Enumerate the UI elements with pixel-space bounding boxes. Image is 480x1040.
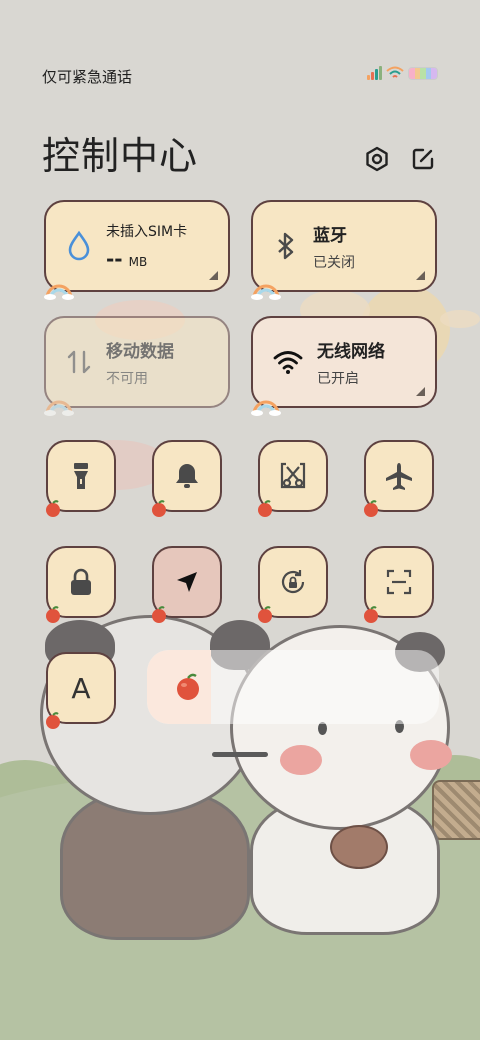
- status-bar: 仅可紧急通话: [0, 0, 480, 100]
- apple-icon: [46, 712, 60, 729]
- settings-button[interactable]: [360, 142, 394, 176]
- signal-bar: [367, 75, 370, 80]
- rainbow-icon: [44, 400, 74, 416]
- wifi-icon: [273, 351, 303, 374]
- expand-corner-icon: [209, 271, 218, 280]
- mobile-data-title: 移动数据: [106, 341, 174, 362]
- edit-button[interactable]: [406, 142, 440, 176]
- lock-toggle[interactable]: [46, 546, 116, 623]
- airplane-icon: [386, 463, 412, 490]
- scissors-icon: [280, 462, 306, 489]
- flashlight-icon: [74, 463, 88, 489]
- location-arrow-icon: [177, 572, 197, 592]
- basket-decoration: [432, 780, 480, 840]
- bear-decoration: [330, 825, 388, 869]
- apple-icon: [258, 500, 272, 517]
- bluetooth-status: 已关闭: [313, 254, 355, 271]
- data-arrows-icon: [67, 350, 91, 374]
- signal-bar: [379, 66, 382, 80]
- sound-toggle[interactable]: [152, 440, 222, 517]
- mobile-data-status: 不可用: [106, 370, 148, 387]
- wifi-status-icon: [386, 66, 404, 80]
- rotation-lock-toggle[interactable]: [258, 546, 328, 623]
- cloud-decoration: [440, 310, 480, 328]
- brightness-slider[interactable]: [147, 650, 439, 724]
- letter-a-icon: A: [71, 671, 91, 705]
- rainbow-icon: [251, 284, 281, 300]
- bluetooth-tile[interactable]: 蓝牙 已关闭: [251, 200, 437, 300]
- mobile-data-tile[interactable]: 移动数据 不可用: [44, 316, 230, 416]
- apple-icon: [46, 500, 60, 517]
- home-indicator[interactable]: [212, 752, 268, 757]
- data-usage-tile[interactable]: 未插入SIM卡 -- MB: [44, 200, 230, 300]
- data-usage-title: 未插入SIM卡: [106, 224, 188, 240]
- apple-icon: [46, 606, 60, 623]
- apple-icon: [364, 500, 378, 517]
- lock-icon: [71, 568, 91, 595]
- signal-icon: [367, 66, 382, 80]
- font-size-toggle[interactable]: A: [46, 652, 116, 729]
- scanner-toggle[interactable]: [364, 546, 434, 623]
- wifi-status: 已开启: [317, 370, 359, 387]
- apple-icon: [152, 500, 166, 517]
- status-icons: [367, 66, 438, 80]
- wifi-title: 无线网络: [317, 341, 385, 362]
- bluetooth-icon: [278, 232, 294, 260]
- data-usage-value: --: [106, 247, 123, 271]
- apple-icon: [258, 606, 272, 623]
- page-title: 控制中心: [42, 134, 199, 178]
- water-drop-icon: [68, 230, 90, 261]
- wifi-tile[interactable]: 无线网络 已开启: [251, 316, 437, 416]
- bluetooth-title: 蓝牙: [313, 225, 347, 246]
- battery-segment: [431, 67, 437, 79]
- apple-icon: [364, 606, 378, 623]
- apple-icon: [177, 673, 199, 700]
- battery-icon: [408, 66, 438, 80]
- expand-corner-icon: [416, 271, 425, 280]
- location-toggle[interactable]: [152, 546, 222, 623]
- carrier-text: 仅可紧急通话: [42, 68, 133, 86]
- expand-corner-icon: [416, 387, 425, 396]
- airplane-toggle[interactable]: [364, 440, 434, 517]
- rotate-lock-icon: [281, 570, 305, 594]
- character-cheek: [280, 745, 322, 775]
- hexagon-gear-icon: [366, 146, 388, 172]
- rainbow-icon: [251, 400, 281, 416]
- signal-bar: [371, 72, 374, 80]
- signal-bar: [375, 69, 378, 80]
- data-usage-unit: MB: [128, 255, 148, 269]
- rainbow-icon: [44, 284, 74, 300]
- flashlight-toggle[interactable]: [46, 440, 116, 517]
- scan-icon: [386, 569, 412, 595]
- bell-icon: [176, 464, 198, 488]
- character-cheek: [410, 740, 452, 770]
- apple-icon: [152, 606, 166, 623]
- screenshot-toggle[interactable]: [258, 440, 328, 517]
- edit-icon: [412, 148, 434, 170]
